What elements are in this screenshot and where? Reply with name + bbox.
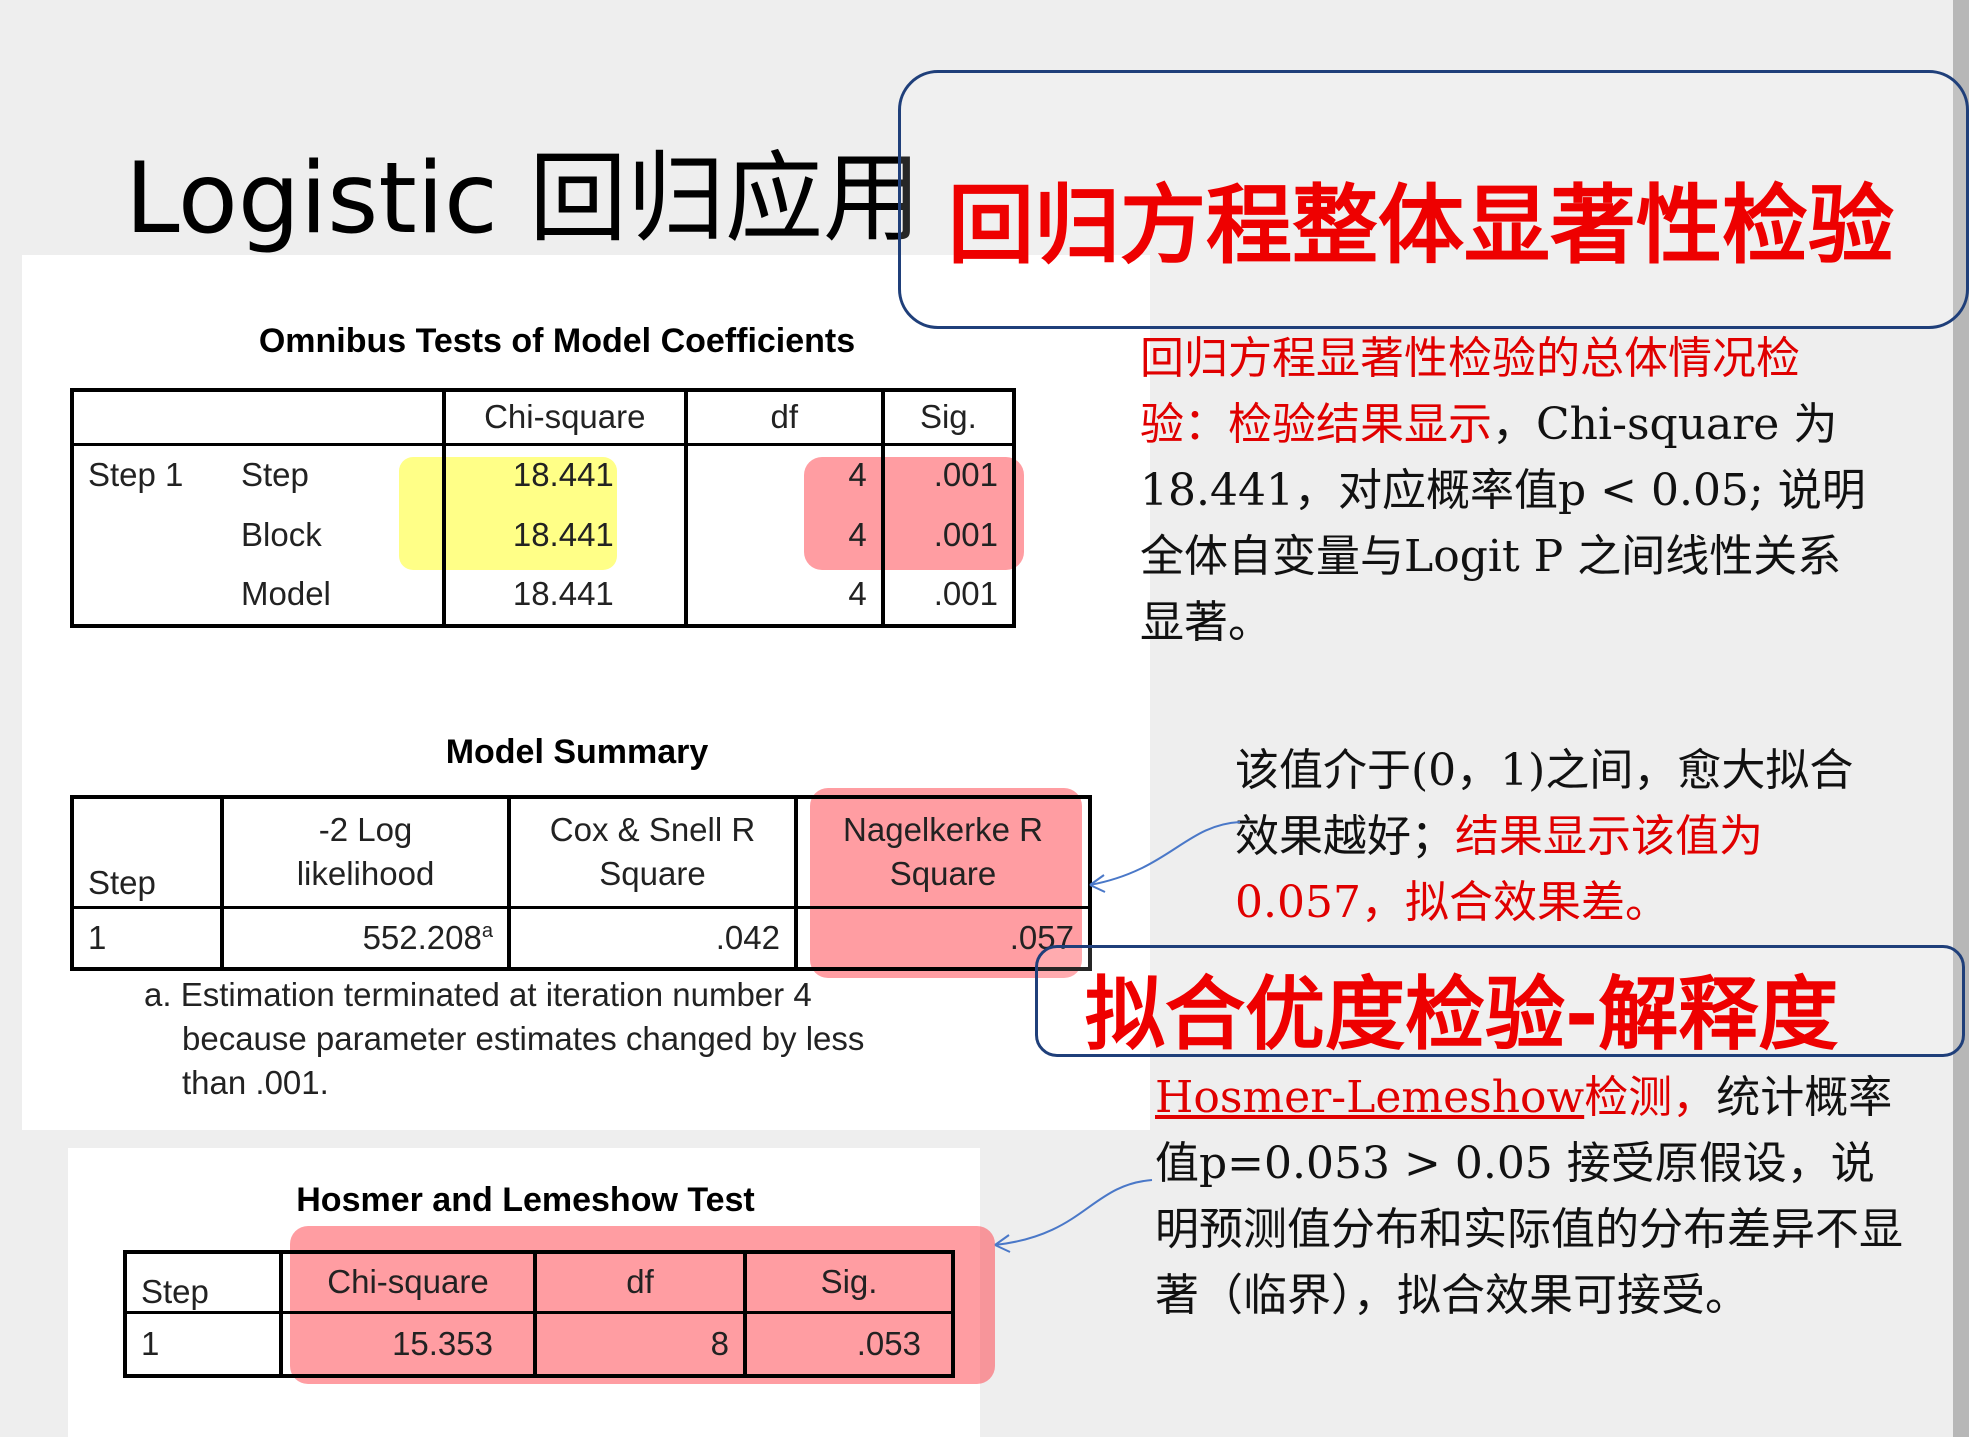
arrow-connectors bbox=[994, 821, 1241, 1253]
